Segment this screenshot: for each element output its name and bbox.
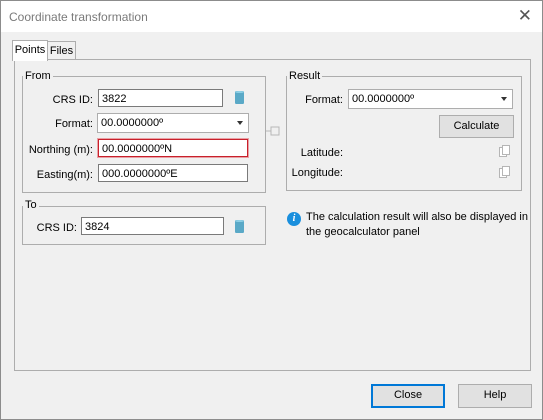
to-crs-label: CRS ID: [36,222,77,234]
info-message: The calculation result will also be disp… [306,210,531,240]
copy-icon[interactable] [499,145,510,158]
tab-files-label: Files [49,45,74,57]
calculate-button[interactable]: Calculate [439,115,514,138]
chevron-down-icon [237,121,243,125]
tab-points[interactable]: Points [12,40,48,61]
from-format-value: 00.0000000º [101,117,164,129]
result-format-label: Format: [305,94,343,106]
to-crs-value: 3824 [85,221,110,233]
copy-icon[interactable] [499,166,510,179]
help-label: Help [483,389,507,401]
tab-files[interactable]: Files [47,41,76,61]
close-label: Close [393,389,423,401]
result-format-value: 00.0000000º [352,93,415,105]
info-text-line1: The calculation result will also be disp… [306,211,528,223]
northing-value: 00.0000000ºN [102,143,173,155]
database-icon[interactable] [235,91,244,104]
tab-points-label: Points [14,44,46,56]
from-legend: From [23,70,53,82]
window-title: Coordinate transformation [9,10,148,24]
easting-label: Easting(m): [36,169,93,181]
result-format-select[interactable]: 00.0000000º [348,89,513,109]
info-icon: i [287,212,301,226]
help-button[interactable]: Help [458,384,532,408]
easting-value: 000.0000000ºE [102,168,178,180]
to-crs-field[interactable]: 3824 [81,217,224,235]
transfer-arrow-icon [266,126,280,136]
from-format-label: Format: [55,118,93,130]
dialog-window: Coordinate transformation ✕ Points Files… [0,0,543,420]
calculate-label: Calculate [453,120,500,132]
title-bar: Coordinate transformation ✕ [1,1,542,32]
close-icon[interactable]: ✕ [518,6,532,26]
easting-field[interactable]: 000.0000000ºE [98,164,248,182]
close-button[interactable]: Close [371,384,445,408]
from-format-select[interactable]: 00.0000000º [97,113,249,133]
latitude-label: Latitude: [300,147,343,159]
to-legend: To [23,199,39,211]
northing-field[interactable]: 00.0000000ºN [98,139,248,157]
database-icon[interactable] [235,220,244,233]
result-legend: Result [287,70,323,82]
from-crs-value: 3822 [102,93,127,105]
northing-label: Northing (m): [28,144,93,156]
longitude-label: Longitude: [291,167,343,179]
info-text-line2: the geocalculator panel [306,226,420,238]
chevron-down-icon [501,97,507,101]
points-panel: From CRS ID: 3822 Format: 00.0000000º No… [14,59,531,371]
from-crs-label: CRS ID: [52,94,93,106]
from-crs-field[interactable]: 3822 [98,89,223,107]
